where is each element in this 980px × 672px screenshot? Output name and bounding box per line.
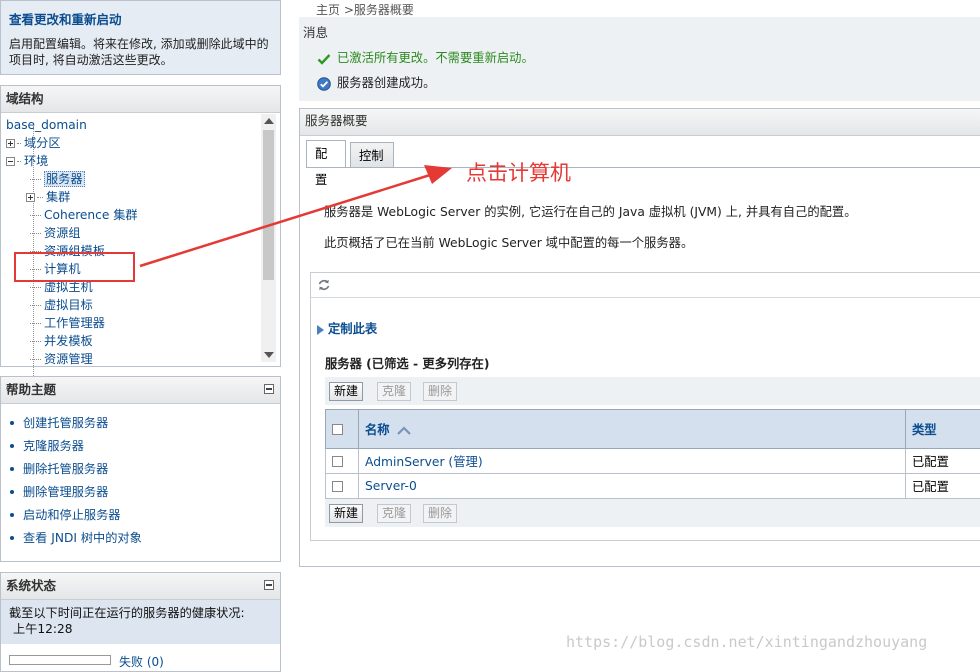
annotation-arrow-icon — [0, 0, 980, 664]
watermark: https://blog.csdn.net/xintingandzhouyang — [566, 633, 927, 651]
annotation-text: 点击计算机 — [466, 157, 571, 187]
